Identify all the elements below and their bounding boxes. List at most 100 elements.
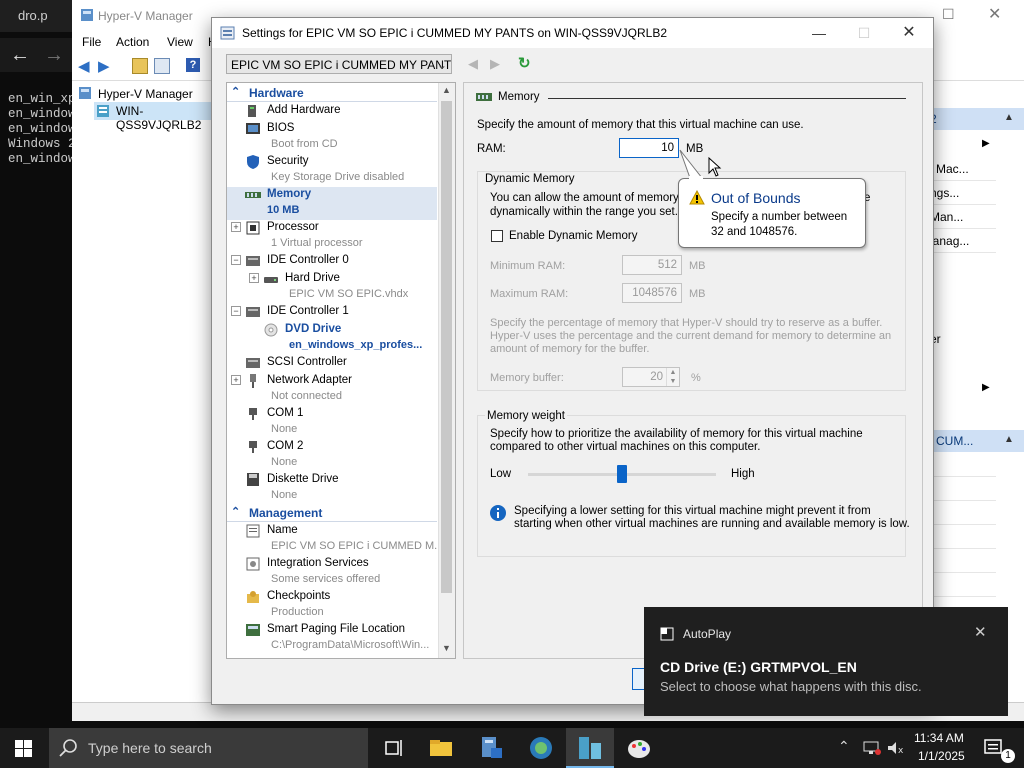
close-icon[interactable]: ✕ [974,623,987,641]
network-icon[interactable] [862,740,882,756]
enable-dynamic-memory-checkbox[interactable] [491,230,503,242]
hyperv-close-button[interactable]: ✕ [988,4,1001,24]
menu-file[interactable]: File [82,35,101,49]
file-explorer-icon[interactable] [427,734,455,762]
management-section-header[interactable]: ⌃ Management [227,505,437,522]
hardware-item-security[interactable]: Security Key Storage Drive disabled [227,154,437,187]
tree-root[interactable]: Hyper-V Manager [98,87,193,101]
actions-item[interactable] [930,524,996,549]
tree-host-row[interactable]: WIN-QSS9VJQRLB2 [94,102,212,132]
memory-buffer-input[interactable]: 20 ▲ ▼ [622,367,680,387]
forward-icon[interactable]: ▶ [98,57,110,75]
show-hide-tree-icon[interactable] [154,58,170,74]
next-arrow-icon[interactable]: ▶ [490,56,500,72]
slider-thumb[interactable] [617,465,627,483]
actions-item[interactable] [930,572,996,597]
search-icon [59,739,77,757]
slider-low-label: Low [490,468,512,480]
management-item-checkpoints[interactable]: Checkpoints Production [227,589,437,622]
hardware-scrollbar[interactable]: ▲ ▼ [438,83,455,658]
hardware-section-header[interactable]: ⌃ Hardware [227,85,437,102]
collapse-arrow-icon[interactable]: ▲ [996,108,1024,130]
memory-intro: Specify the amount of memory that this v… [477,119,804,131]
hardware-item-memory[interactable]: Memory 10 MB [227,187,437,220]
windows-start-icon[interactable] [15,740,32,757]
hardware-item-dvd-drive[interactable]: DVD Drive en_windows_xp_profes... [227,322,437,355]
chevron-down-icon: ⌄ [436,58,447,72]
actions-item[interactable] [930,500,996,525]
help-icon[interactable]: ? [186,58,200,72]
memory-chip-icon [245,192,261,198]
browser-icon[interactable] [527,734,555,762]
hardware-item-network[interactable]: + Network Adapter Not connected [227,373,437,406]
memory-weight-slider[interactable] [528,465,716,483]
paint-icon[interactable] [625,734,653,762]
hardware-item-com1[interactable]: COM 1 None [227,406,437,439]
refresh-icon[interactable]: ↻ [518,54,531,72]
hardware-item-diskette[interactable]: Diskette Drive None [227,472,437,505]
hardware-item-com2[interactable]: COM 2 None [227,439,437,472]
ide-controller-icon [246,256,260,266]
management-item-smart-paging[interactable]: Smart Paging File Location C:\ProgramDat… [227,622,437,655]
dynamic-memory-text: You can allow the amount of memory a [490,192,689,204]
notification-count-badge: 1 [1001,749,1015,763]
management-item-integration[interactable]: Integration Services Some services offer… [227,556,437,589]
hardware-item-scsi[interactable]: SCSI Controller [227,355,437,373]
actions-header-host[interactable]: 2 [930,108,996,130]
terminal-tab[interactable]: dro.p [18,8,48,23]
hardware-item-bios[interactable]: BIOS Boot from CD [227,121,437,154]
ide-controller-icon [246,307,260,317]
menu-view[interactable]: View [167,35,193,49]
forward-arrow-icon[interactable]: → [44,44,64,67]
server-manager-icon[interactable] [477,734,505,762]
buffer-description-1: Specify the percentage of memory that Hy… [490,317,883,329]
maximize-button[interactable]: ☐ [841,18,887,48]
hardware-item-hard-drive[interactable]: + Hard Drive EPIC VM SO EPIC.vhdx [227,271,437,304]
hardware-item-processor[interactable]: + Processor 1 Virtual processor [227,220,437,253]
hardware-item-ide-0[interactable]: − IDE Controller 0 [227,253,437,271]
actions-item[interactable] [930,548,996,573]
previous-arrow-icon[interactable]: ◀ [468,56,478,72]
autoplay-notification[interactable]: AutoPlay ✕ CD Drive (E:) GRTMPVOL_EN Sel… [644,607,1008,716]
back-icon[interactable]: ◀ [78,57,90,75]
autoplay-app-name: AutoPlay [683,627,732,641]
svg-text:x: x [898,746,904,756]
ram-input[interactable]: 10 [619,138,679,158]
volume-icon[interactable]: x [886,740,906,756]
actions-header-vm[interactable]: CUM... [930,430,996,452]
processor-icon [246,221,260,235]
taskbar-search-box[interactable]: Type here to search [49,728,368,768]
spin-arrows-icon: ▲ ▼ [666,368,679,386]
dialog-title: Settings for EPIC VM SO EPIC i CUMMED MY… [242,26,667,40]
buffer-description-3: amount of memory for the buffer. [490,343,650,355]
actions-item[interactable]: l Mac... [930,156,996,181]
actions-item[interactable] [930,476,996,501]
close-button[interactable]: ✕ [886,18,932,48]
hardware-item-add-hardware[interactable]: Add Hardware [227,103,437,121]
hyperv-maximize-button[interactable]: ☐ [942,6,955,23]
management-item-name[interactable]: Name EPIC VM SO EPIC i CUMMED M... [227,523,443,556]
chevron-up-icon[interactable]: ⌃ [838,738,850,755]
back-arrow-icon[interactable]: ← [10,44,30,67]
actions-item[interactable]: Man... [930,204,996,229]
collapse-arrow-icon[interactable]: ▲ [996,430,1024,452]
taskbar-hyperv-active[interactable] [566,728,614,768]
scroll-thumb[interactable] [441,101,452,593]
actions-item[interactable]: er [930,328,996,352]
min-ram-input[interactable]: 512 [622,255,682,275]
task-view-icon[interactable] [380,734,408,762]
actions-item[interactable]: ngs... [930,180,996,205]
collapse-icon: ⌃ [231,86,241,98]
clock-time[interactable]: 11:34 AM [914,731,964,745]
max-ram-input[interactable]: 1048576 [622,283,682,303]
clock-date[interactable]: 1/1/2025 [918,749,965,763]
vm-select[interactable]: EPIC VM SO EPIC i CUMMED MY PANT ⌄ [226,54,452,74]
menu-action[interactable]: Action [116,35,149,49]
dvd-disc-icon [264,323,278,337]
hardware-item-ide-1[interactable]: − IDE Controller 1 [227,304,437,322]
up-folder-icon[interactable] [132,58,148,74]
actions-item[interactable] [930,452,996,477]
minimize-button[interactable]: — [796,18,842,48]
actions-item[interactable]: lanag... [930,228,996,253]
info-icon [490,505,506,521]
